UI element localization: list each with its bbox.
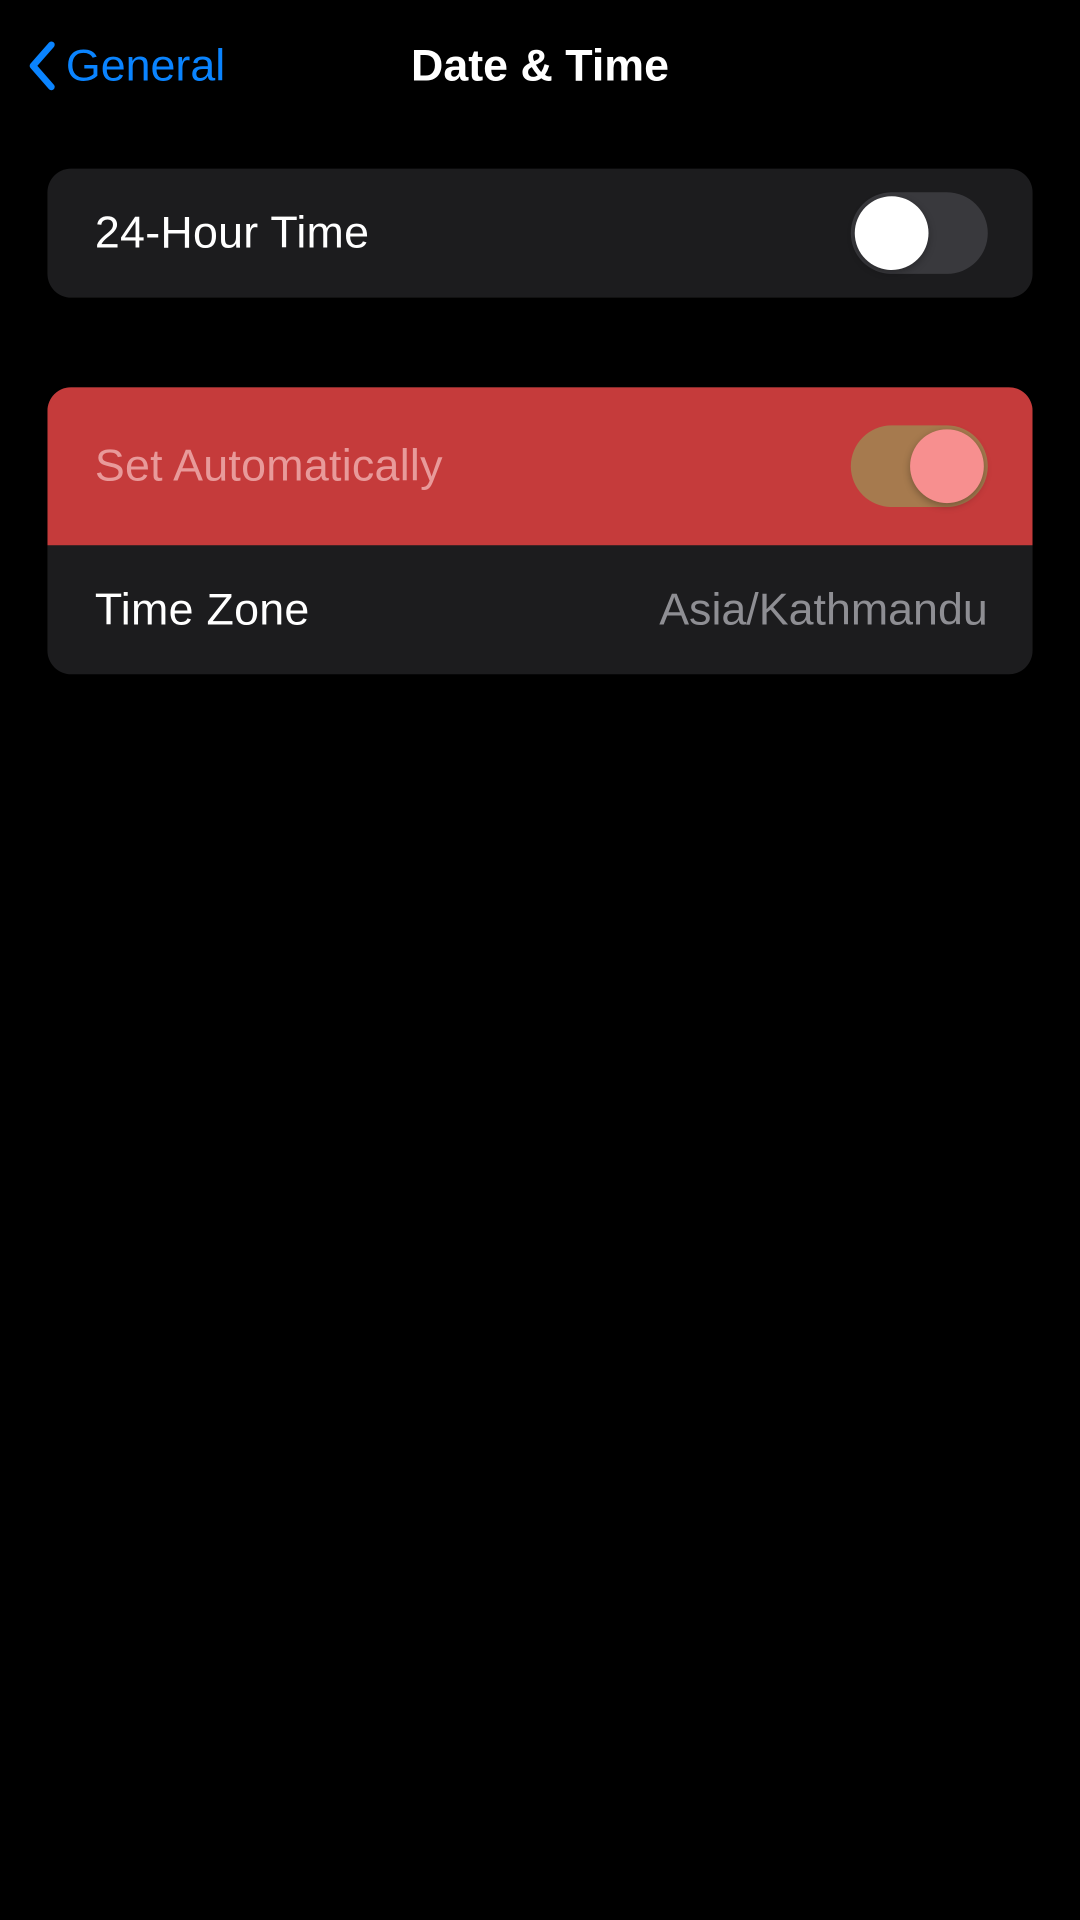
row-label: 24-Hour Time [95, 207, 369, 258]
chevron-left-icon [26, 41, 55, 91]
time-zone-value: Asia/Kathmandu [659, 584, 988, 635]
row-label: Time Zone [95, 584, 310, 635]
row-24-hour-time[interactable]: 24-Hour Time [47, 169, 1032, 298]
settings-group-2: Set Automatically Time Zone Asia/Kathman… [47, 387, 1032, 674]
back-label: General [66, 40, 225, 91]
settings-group-1: 24-Hour Time [47, 169, 1032, 298]
toggle-set-automatically[interactable] [851, 425, 988, 507]
back-button[interactable]: General [24, 40, 225, 91]
row-label: Set Automatically [95, 441, 443, 492]
navigation-bar: General Date & Time [0, 0, 1080, 132]
row-time-zone[interactable]: Time Zone Asia/Kathmandu [47, 545, 1032, 674]
toggle-knob [855, 196, 929, 270]
row-set-automatically[interactable]: Set Automatically [47, 387, 1032, 545]
toggle-knob [910, 429, 984, 503]
toggle-24-hour-time[interactable] [851, 192, 988, 274]
